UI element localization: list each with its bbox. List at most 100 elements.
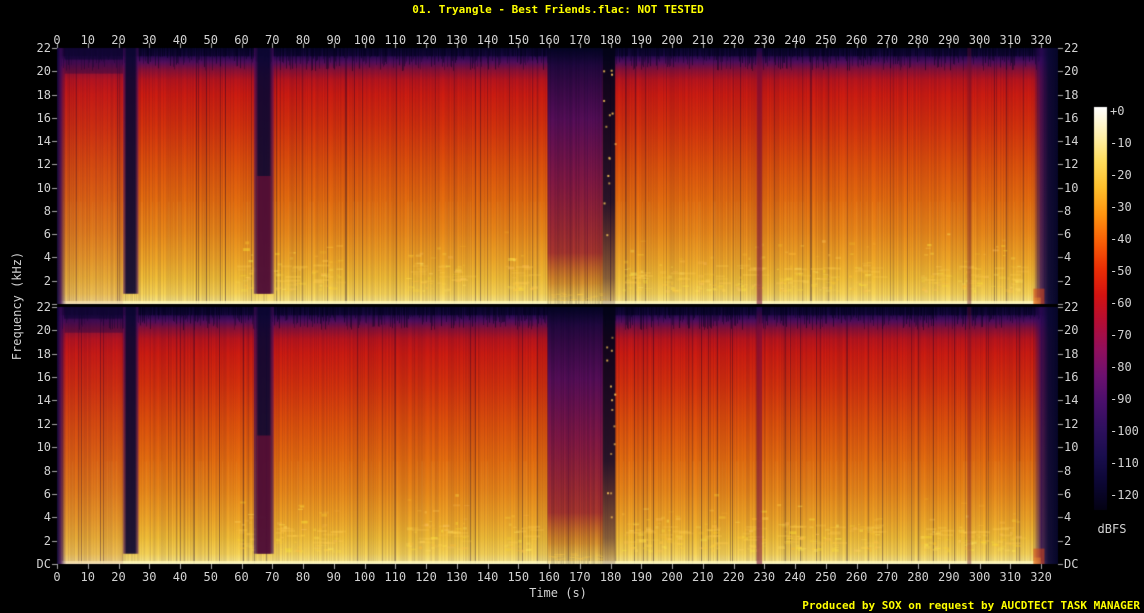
y-tick-label-right: 20 — [1064, 323, 1079, 338]
y-tick-label-right: DC — [1064, 557, 1079, 571]
y-tick-label-left: 14 — [36, 393, 51, 408]
x-tick-label-bottom: 150 — [507, 570, 530, 584]
x-axis-title: Time (s) — [529, 586, 587, 600]
x-tick-label-bottom: 290 — [937, 570, 960, 584]
x-tick-label-bottom: 320 — [1030, 570, 1052, 584]
credit-text: Produced by SOX on request by AUCDTECT T… — [802, 599, 1140, 612]
x-tick-label-top: 290 — [937, 33, 960, 47]
x-tick-label-bottom: 190 — [630, 570, 653, 584]
x-tick-label-top: 320 — [1030, 33, 1052, 47]
colorbar-unit-label: dBFS — [1097, 522, 1127, 536]
x-tick-label-top: 230 — [753, 33, 776, 47]
y-tick-label-left: 8 — [43, 463, 51, 478]
x-tick-label-top: 80 — [295, 33, 311, 47]
colorbar-tick-label: -100 — [1110, 424, 1139, 438]
colorbar-tick-label: -50 — [1110, 264, 1132, 278]
x-tick-label-bottom: 240 — [784, 570, 806, 584]
spectrogram-canvas — [0, 0, 1144, 613]
y-axis-title: Frequency (kHz) — [10, 251, 24, 361]
y-tick-label-right: 16 — [1064, 110, 1079, 125]
x-tick-label-top: 190 — [630, 33, 653, 47]
x-tick-label-bottom: 160 — [538, 570, 560, 584]
y-tick-label-left: 22 — [36, 41, 51, 55]
colorbar-tick-label: -70 — [1110, 328, 1132, 342]
x-tick-label-top: 120 — [415, 33, 437, 47]
y-tick-label-right: 12 — [1064, 157, 1079, 172]
colorbar-tick-label: -10 — [1110, 136, 1132, 150]
x-tick-label-top: 140 — [476, 33, 499, 47]
y-tick-label-left: 16 — [36, 370, 51, 385]
y-tick-label-right: 10 — [1064, 440, 1079, 455]
y-tick-label-left: 12 — [36, 157, 51, 172]
x-tick-label-top: 110 — [384, 33, 407, 47]
y-tick-label-left: DC — [36, 557, 51, 571]
x-tick-label-bottom: 100 — [353, 570, 376, 584]
y-tick-label-right: 2 — [1064, 273, 1072, 288]
x-tick-label-top: 180 — [599, 33, 622, 47]
x-tick-label-bottom: 70 — [265, 570, 280, 584]
y-tick-label-right: 10 — [1064, 180, 1079, 195]
x-tick-label-top: 210 — [691, 33, 714, 47]
y-tick-label-right: 6 — [1064, 227, 1072, 242]
colorbar-tick-label: -20 — [1110, 168, 1132, 182]
y-tick-label-left: 10 — [36, 180, 51, 195]
y-tick-label-right: 18 — [1064, 87, 1079, 102]
y-tick-label-left: 6 — [43, 486, 51, 501]
x-tick-label-bottom: 0 — [53, 570, 61, 584]
x-tick-label-bottom: 260 — [845, 570, 868, 584]
x-tick-label-top: 50 — [203, 33, 218, 47]
y-tick-label-left: 4 — [43, 510, 51, 525]
colorbar-tick-label: -110 — [1110, 456, 1139, 470]
x-tick-label-bottom: 140 — [476, 570, 499, 584]
x-tick-label-top: 220 — [722, 33, 745, 47]
x-tick-label-top: 100 — [353, 33, 376, 47]
x-tick-label-top: 270 — [876, 33, 899, 47]
x-tick-label-top: 130 — [445, 33, 468, 47]
y-tick-label-right: 22 — [1064, 41, 1079, 55]
x-tick-label-bottom: 10 — [80, 570, 95, 584]
y-tick-label-right: 4 — [1064, 510, 1072, 525]
spectrogram-window: 01. Tryangle - Best Friends.flac: NOT TE… — [0, 0, 1144, 613]
x-tick-label-bottom: 180 — [599, 570, 622, 584]
x-tick-label-bottom: 310 — [999, 570, 1022, 584]
x-tick-label-bottom: 30 — [142, 570, 157, 584]
y-tick-label-right: 14 — [1064, 134, 1079, 149]
x-tick-label-top: 200 — [661, 33, 683, 47]
x-tick-label-bottom: 50 — [203, 570, 218, 584]
x-tick-label-bottom: 90 — [326, 570, 341, 584]
y-tick-label-left: 2 — [43, 273, 51, 288]
x-tick-label-top: 30 — [142, 33, 157, 47]
y-tick-label-right: 12 — [1064, 416, 1079, 431]
x-tick-label-bottom: 120 — [415, 570, 437, 584]
x-tick-label-bottom: 250 — [814, 570, 837, 584]
colorbar-tick-label: -30 — [1110, 200, 1132, 214]
colorbar-tick-label: +0 — [1110, 104, 1125, 118]
x-tick-label-bottom: 220 — [722, 570, 745, 584]
y-tick-label-left: 18 — [36, 87, 51, 102]
y-tick-label-right: 6 — [1064, 486, 1072, 501]
y-tick-label-left: 6 — [43, 227, 51, 242]
y-tick-label-left: 20 — [36, 323, 51, 338]
colorbar-tick-label: -120 — [1110, 488, 1139, 502]
x-tick-label-top: 10 — [80, 33, 95, 47]
x-tick-label-bottom: 130 — [445, 570, 468, 584]
y-tick-label-right: 14 — [1064, 393, 1079, 408]
y-tick-label-left: 18 — [36, 346, 51, 361]
x-tick-label-bottom: 300 — [968, 570, 991, 584]
y-tick-label-left: 8 — [43, 203, 51, 218]
page-title: 01. Tryangle - Best Friends.flac: NOT TE… — [412, 3, 704, 16]
x-tick-label-top: 20 — [111, 33, 126, 47]
x-tick-label-top: 0 — [53, 33, 61, 47]
x-tick-label-top: 60 — [234, 33, 249, 47]
x-tick-label-bottom: 20 — [111, 570, 126, 584]
x-tick-label-bottom: 80 — [295, 570, 311, 584]
x-tick-label-top: 40 — [172, 33, 188, 47]
x-tick-label-top: 300 — [968, 33, 991, 47]
x-tick-label-top: 280 — [907, 33, 929, 47]
y-tick-label-right: 20 — [1064, 64, 1079, 79]
x-tick-label-top: 160 — [538, 33, 560, 47]
y-tick-label-left: 2 — [43, 533, 51, 548]
x-tick-label-top: 260 — [845, 33, 868, 47]
colorbar-tick-label: -40 — [1110, 232, 1132, 246]
y-tick-label-right: 8 — [1064, 463, 1072, 478]
